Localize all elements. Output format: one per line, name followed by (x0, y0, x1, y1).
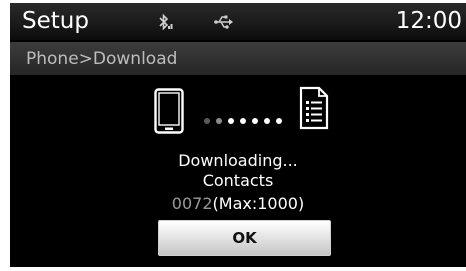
download-count-value: 0072 (171, 194, 213, 213)
usb-icon (214, 14, 234, 34)
phone-icon (154, 88, 184, 138)
download-category-text: Contacts (202, 171, 274, 190)
status-bar: Setup 12:00 (10, 3, 466, 40)
head-unit-screen: Setup 12:00 Phone>Download Downloading..… (10, 3, 466, 267)
document-list-icon (299, 86, 329, 134)
download-count-max: (Max:1000) (212, 194, 305, 213)
breadcrumb-bar: Phone>Download (10, 42, 466, 75)
download-status-text: Downloading... (178, 151, 298, 170)
download-count: 0072(Max:1000) (10, 194, 466, 214)
ok-button[interactable]: OK (158, 220, 331, 256)
page-title: Setup (22, 8, 89, 34)
breadcrumb: Phone>Download (26, 49, 178, 69)
progress-dots-icon (203, 110, 283, 129)
bluetooth-icon (157, 13, 173, 35)
clock: 12:00 (395, 8, 462, 34)
